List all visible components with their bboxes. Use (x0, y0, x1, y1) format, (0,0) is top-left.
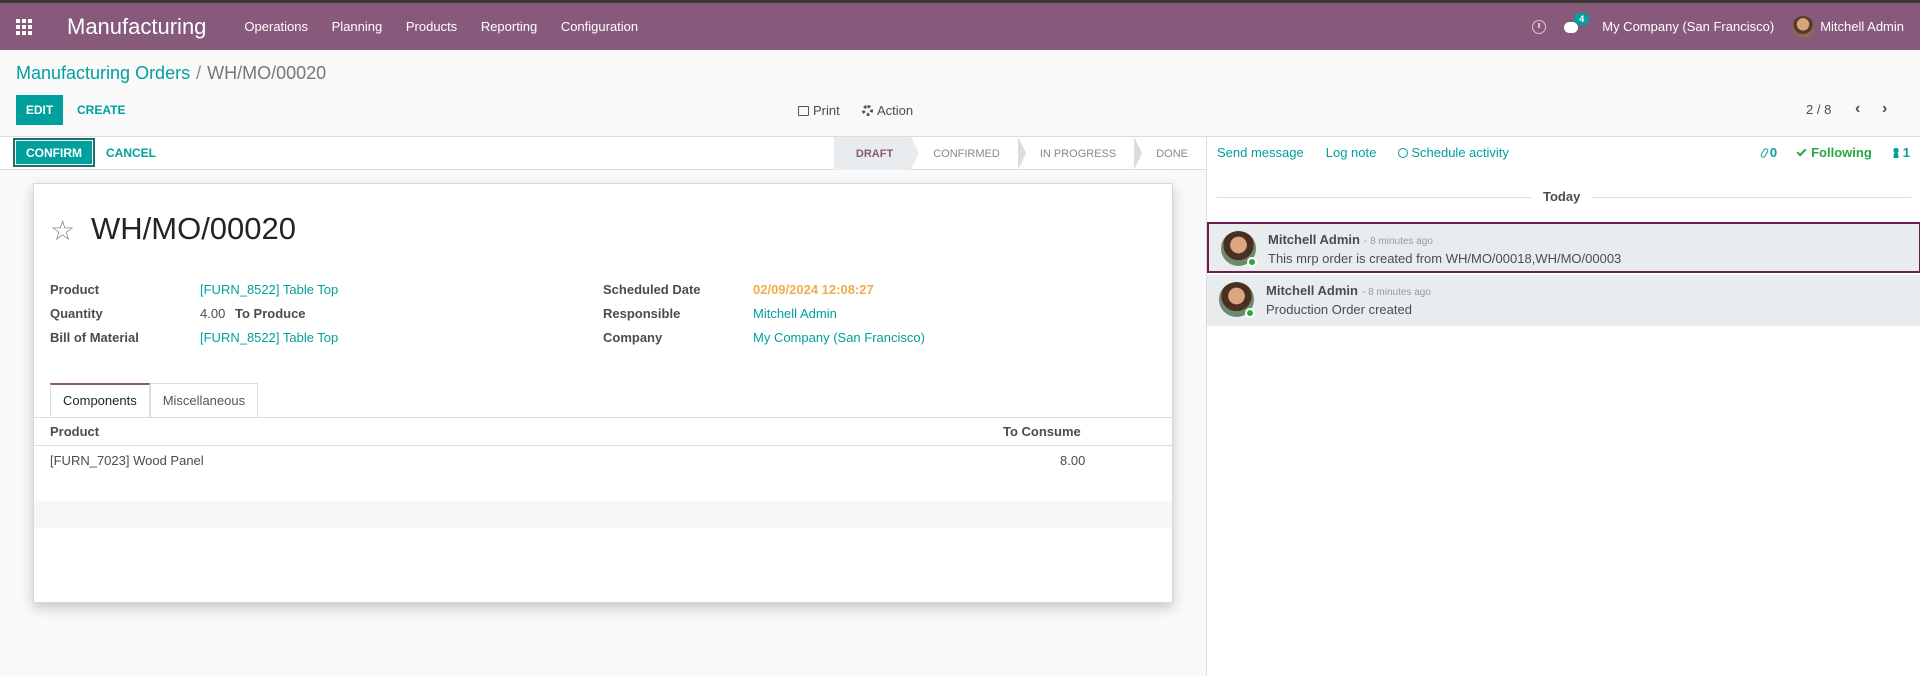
message-time: - 8 minutes ago (1363, 236, 1433, 247)
chatter-panel: Send message Log note Schedule activity … (1206, 137, 1920, 676)
print-button[interactable]: Print (798, 103, 840, 118)
top-menu: Operations Planning Products Reporting C… (244, 19, 658, 34)
messaging-menu[interactable]: 4 (1564, 12, 1590, 35)
user-avatar (1792, 15, 1815, 38)
check-icon (1796, 146, 1807, 157)
followers-count: 1 (1902, 145, 1910, 160)
bom-value[interactable]: [FURN_8522] Table Top (200, 330, 338, 345)
user-icon (1891, 148, 1900, 158)
pager-next-icon[interactable]: › (1882, 100, 1887, 118)
print-label: Print (813, 103, 840, 118)
following-label: Following (1811, 145, 1872, 160)
printer-icon (798, 105, 809, 116)
quantity-label: Quantity (50, 306, 103, 321)
company-value[interactable]: My Company (San Francisco) (753, 330, 925, 345)
followers-button[interactable]: 1 (1891, 145, 1910, 160)
menu-products[interactable]: Products (406, 19, 457, 34)
tab-components[interactable]: Components (50, 383, 150, 417)
chatter-message[interactable]: Mitchell Admin - 8 minutes ago Production… (1207, 275, 1920, 326)
message-body: Production Order created (1266, 302, 1412, 317)
notebook-tabs: Components Miscellaneous (50, 383, 259, 417)
message-author[interactable]: Mitchell Admin (1266, 283, 1358, 298)
stage-confirmed[interactable]: CONFIRMED (911, 137, 1026, 170)
send-message-button[interactable]: Send message (1217, 145, 1304, 160)
bom-label: Bill of Material (50, 330, 139, 345)
column-to-consume[interactable]: To Consume (1003, 424, 1081, 439)
attachments-button[interactable]: 0 (1759, 145, 1778, 160)
apps-menu-icon[interactable] (0, 3, 48, 50)
confirm-button[interactable]: CONFIRM (13, 138, 95, 167)
company-label: Company (603, 330, 663, 345)
table-row[interactable]: [FURN_7023] Wood Panel 8.00 (34, 447, 1172, 474)
date-separator-label: Today (1531, 189, 1593, 204)
column-product[interactable]: Product (50, 424, 99, 439)
user-menu[interactable]: Mitchell Admin (1792, 15, 1904, 38)
following-button[interactable]: Following (1796, 145, 1872, 160)
top-navbar: Manufacturing Operations Planning Produc… (0, 0, 1920, 50)
message-author-line: Mitchell Admin - 8 minutes ago (1266, 283, 1431, 298)
product-value[interactable]: [FURN_8522] Table Top (200, 282, 338, 297)
action-button[interactable]: Action (862, 103, 913, 118)
online-status-icon (1247, 257, 1257, 267)
schedule-activity-button[interactable]: Schedule activity (1398, 145, 1509, 160)
online-status-icon (1245, 308, 1255, 318)
responsible-label: Responsible (603, 306, 681, 321)
pager-value[interactable]: 2 / 8 (1806, 102, 1831, 117)
priority-star-icon[interactable]: ☆ (50, 214, 75, 247)
form-sheet: ☆ WH/MO/00020 Product [FURN_8522] Table … (33, 183, 1173, 603)
create-button[interactable]: CREATE (67, 95, 135, 125)
log-note-button[interactable]: Log note (1326, 145, 1377, 160)
row-product: [FURN_7023] Wood Panel (50, 453, 204, 468)
chatter-followers: 0 Following 1 (1759, 145, 1910, 160)
row-to-consume: 8.00 (1060, 453, 1086, 468)
app-brand[interactable]: Manufacturing (67, 14, 206, 40)
schedule-activity-label: Schedule activity (1411, 145, 1509, 160)
paperclip-icon (1759, 147, 1770, 159)
tab-miscellaneous[interactable]: Miscellaneous (149, 383, 259, 417)
message-author-line: Mitchell Admin - 8 minutes ago (1268, 232, 1433, 247)
stage-pipeline: DRAFT CONFIRMED IN PROGRESS DONE (833, 137, 1206, 170)
action-label: Action (877, 103, 914, 118)
systray: 4 My Company (San Francisco) Mitchell Ad… (1532, 3, 1904, 50)
breadcrumb: Manufacturing Orders / WH/MO/00020 (16, 63, 326, 84)
pager-previous-icon[interactable]: ‹ (1855, 100, 1860, 118)
message-time: - 8 minutes ago (1361, 287, 1431, 298)
table-row-empty (34, 474, 1172, 501)
stage-in-progress[interactable]: IN PROGRESS (1018, 137, 1143, 170)
stage-draft[interactable]: DRAFT (833, 137, 920, 170)
chat-count-badge: 4 (1574, 12, 1590, 25)
stage-done[interactable]: DONE (1134, 137, 1206, 170)
menu-reporting[interactable]: Reporting (481, 19, 537, 34)
breadcrumb-separator: / (196, 63, 202, 83)
menu-planning[interactable]: Planning (332, 19, 383, 34)
status-bar: CONFIRM CANCEL DRAFT CONFIRMED IN PROGRE… (0, 137, 1206, 170)
record-title: WH/MO/00020 (91, 211, 297, 246)
chatter-message[interactable]: Mitchell Admin - 8 minutes ago This mrp o… (1207, 222, 1920, 273)
activity-clock-icon[interactable] (1532, 19, 1547, 34)
menu-configuration[interactable]: Configuration (561, 19, 638, 34)
table-row-empty (34, 501, 1172, 528)
user-name: Mitchell Admin (1820, 19, 1904, 34)
breadcrumb-current: WH/MO/00020 (207, 63, 327, 83)
scheduled-date-value: 02/09/2024 12:08:27 (753, 282, 874, 297)
clock-icon (1398, 148, 1409, 158)
components-table-header: Product To Consume (34, 418, 1172, 446)
cancel-button[interactable]: CANCEL (96, 138, 166, 168)
quantity-value: 4.00 (200, 306, 226, 321)
chatter-actions: Send message Log note Schedule activity (1217, 145, 1509, 160)
responsible-value[interactable]: Mitchell Admin (753, 306, 837, 321)
to-produce-label: To Produce (235, 306, 306, 321)
gear-icon (862, 105, 873, 116)
menu-operations[interactable]: Operations (244, 19, 308, 34)
attachments-count: 0 (1769, 145, 1778, 160)
company-switcher[interactable]: My Company (San Francisco) (1602, 19, 1774, 34)
message-author[interactable]: Mitchell Admin (1268, 232, 1360, 247)
breadcrumb-parent[interactable]: Manufacturing Orders (16, 63, 190, 83)
product-label: Product (50, 282, 100, 297)
message-body: This mrp order is created from WH/MO/000… (1268, 251, 1622, 266)
edit-button[interactable]: EDIT (16, 95, 63, 125)
scheduled-date-label: Scheduled Date (603, 282, 701, 297)
